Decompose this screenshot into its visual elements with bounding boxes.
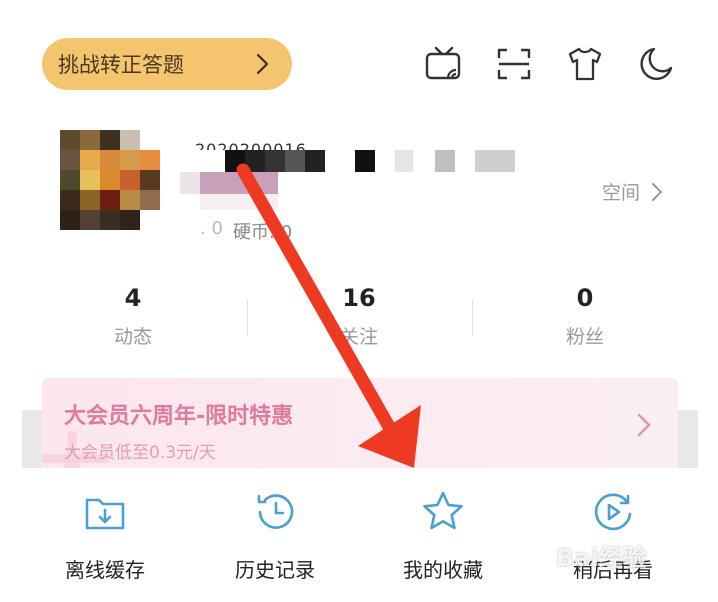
tool-history[interactable]: 历史记录 bbox=[200, 488, 350, 583]
stat-value: 4 bbox=[124, 284, 142, 312]
b-coin-value: . 0 bbox=[200, 218, 223, 239]
challenge-button[interactable]: 挑战转正答题 bbox=[42, 38, 292, 90]
moon-icon[interactable] bbox=[636, 44, 676, 84]
vip-title: 大会员六周年-限时特惠 bbox=[64, 404, 294, 429]
stat-fans[interactable]: 0 粉丝 bbox=[472, 282, 698, 349]
stat-dynamics[interactable]: 4 动态 bbox=[20, 282, 246, 349]
tv-cast-icon[interactable] bbox=[424, 44, 464, 84]
vip-badge-blur bbox=[200, 172, 278, 194]
vip-promo-banner[interactable]: 大 大会员六周年-限时特惠 大会员低至0.3元/天 bbox=[42, 378, 678, 470]
chevron-right-icon bbox=[637, 413, 651, 437]
stat-label: 关注 bbox=[339, 326, 378, 348]
side-shade bbox=[22, 410, 42, 470]
history-clock-icon bbox=[257, 494, 294, 529]
tool-label: 离线缓存 bbox=[65, 558, 145, 582]
profile-stats: . 0 硬币: 0 bbox=[200, 218, 292, 244]
uid-blur bbox=[195, 150, 525, 172]
stat-value: 16 bbox=[342, 284, 376, 312]
coins-value: 硬币: 0 bbox=[232, 222, 293, 243]
tshirt-icon[interactable] bbox=[565, 44, 605, 84]
watermark: Bai经验 bbox=[556, 544, 647, 572]
scan-icon[interactable] bbox=[494, 44, 534, 84]
star-icon bbox=[423, 491, 463, 530]
stat-label: 粉丝 bbox=[565, 326, 604, 348]
stat-following[interactable]: 16 关注 bbox=[246, 282, 472, 349]
tool-label: 我的收藏 bbox=[403, 558, 483, 582]
chevron-right-icon bbox=[256, 53, 269, 75]
space-label: 空间 bbox=[602, 182, 641, 204]
watch-later-icon bbox=[594, 493, 632, 531]
vip-subtitle: 大会员低至0.3元/天 bbox=[64, 443, 216, 463]
side-shade bbox=[678, 410, 698, 470]
tool-label: 历史记录 bbox=[235, 558, 315, 582]
follow-stats: 4 动态 16 关注 0 粉丝 bbox=[20, 282, 698, 352]
stat-label: 动态 bbox=[113, 326, 152, 348]
tool-offline-cache[interactable]: 离线缓存 bbox=[30, 488, 180, 583]
space-link[interactable]: 空间 bbox=[602, 178, 664, 205]
challenge-label: 挑战转正答题 bbox=[58, 53, 184, 77]
tool-favorites[interactable]: 我的收藏 bbox=[368, 488, 518, 583]
avatar[interactable] bbox=[60, 130, 160, 230]
stat-value: 0 bbox=[576, 284, 594, 312]
badge-blur bbox=[200, 194, 278, 210]
level-badge-blur bbox=[180, 172, 200, 194]
offline-download-icon bbox=[85, 498, 125, 530]
tool-row: 离线缓存 历史记录 我的收藏 稍后再看 bbox=[22, 468, 698, 602]
chevron-right-icon bbox=[652, 182, 663, 201]
